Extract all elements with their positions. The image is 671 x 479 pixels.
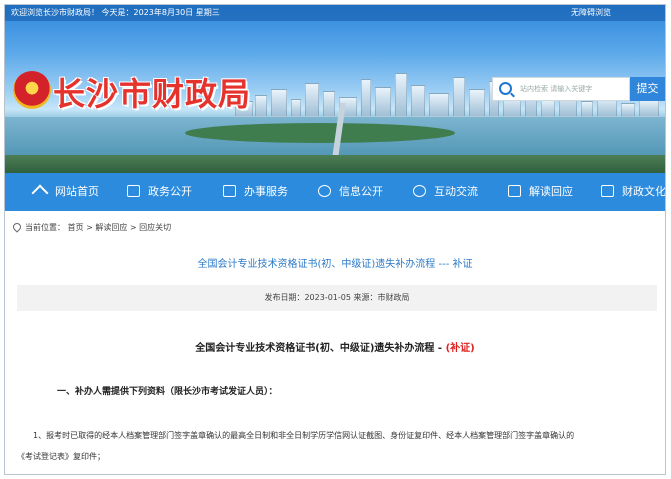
nav-item-label: 办事服务 — [244, 185, 288, 198]
barrier-free-link[interactable]: 无障碍浏览 — [571, 7, 611, 18]
nav-item-info-disclosure[interactable]: 信息公开 — [318, 173, 383, 211]
document-icon — [223, 185, 236, 197]
breadcrumb: 当前位置： 首页 > 解读回应 > 回应关切 — [11, 221, 171, 233]
nav-item-label: 互动交流 — [434, 185, 478, 198]
nav-item-interaction[interactable]: 互动交流 — [413, 173, 478, 211]
article-meta: 发布日期：2023-01-05 来源：市财政局 — [17, 285, 657, 311]
shore-illustration — [5, 155, 665, 173]
national-emblem-icon — [13, 71, 51, 109]
search-box[interactable]: 站内检索 请输入关键字 — [492, 77, 630, 101]
breadcrumb-separator: > — [86, 223, 93, 232]
nav-item-home[interactable]: 网站首页 — [33, 173, 99, 211]
nav-item-label: 政务公开 — [148, 185, 192, 198]
breadcrumb-level1-link[interactable]: 解读回应 — [95, 223, 127, 232]
book-icon — [508, 185, 521, 197]
breadcrumb-level2-link[interactable]: 回应关切 — [139, 223, 171, 232]
search-submit-button[interactable]: 提交 — [630, 77, 665, 101]
search-input[interactable]: 站内检索 请输入关键字 — [520, 84, 592, 94]
paragraph-line: 《考试登记表》复印件； — [17, 452, 105, 461]
article-heading-main: 全国会计专业技术资格证书(初、中级证)遗失补办流程 - — [195, 343, 446, 354]
nav-item-label: 解读回应 — [529, 185, 573, 198]
header-banner: 欢迎浏览长沙市财政局！ 今天是：2023年8月30日 星期三 无障碍浏览 长沙市… — [5, 5, 665, 173]
island-illustration — [185, 123, 455, 143]
article-heading-tag: (补证) — [445, 343, 475, 354]
section-heading: 一、补办人需提供下列资料（限长沙市考试发证人员）： — [57, 387, 278, 397]
main-nav: 网站首页 政务公开 办事服务 信息公开 互动交流 解读回应 财政文化 — [5, 173, 665, 211]
nav-item-label: 财政文化 — [622, 185, 666, 198]
nav-item-finance-culture[interactable]: 财政文化 — [601, 173, 666, 211]
file-icon — [601, 185, 614, 197]
nav-item-label: 网站首页 — [55, 185, 99, 198]
nav-item-label: 信息公开 — [339, 185, 383, 198]
nav-item-interpretation[interactable]: 解读回应 — [508, 173, 573, 211]
nav-item-services[interactable]: 办事服务 — [223, 173, 288, 211]
site-logo-text[interactable]: 长沙市财政局 — [53, 69, 251, 115]
search-icon — [499, 82, 512, 95]
browser-viewport: 欢迎浏览长沙市财政局！ 今天是：2023年8月30日 星期三 无障碍浏览 长沙市… — [4, 4, 666, 475]
welcome-date-text: 欢迎浏览长沙市财政局！ 今天是：2023年8月30日 星期三 — [11, 8, 220, 17]
article-title-link[interactable]: 全国会计专业技术资格证书(初、中级证)遗失补办流程 --- 补证 — [5, 255, 665, 270]
article-heading: 全国会计专业技术资格证书(初、中级证)遗失补办流程 - (补证) — [5, 339, 665, 354]
paragraph-line: 1、报考时已取得的经本人档案管理部门签字盖章确认的最高全日制和非全日制学历学信网… — [33, 431, 575, 440]
home-icon — [33, 185, 47, 197]
location-pin-icon — [11, 221, 23, 233]
breadcrumb-separator: > — [129, 223, 137, 232]
nav-item-government-affairs[interactable]: 政务公开 — [127, 173, 192, 211]
top-info-bar: 欢迎浏览长沙市财政局！ 今天是：2023年8月30日 星期三 无障碍浏览 — [5, 5, 665, 21]
monitor-icon — [127, 185, 140, 197]
info-icon — [318, 185, 331, 197]
chat-icon — [413, 185, 426, 197]
breadcrumb-home-link[interactable]: 首页 — [68, 223, 84, 232]
breadcrumb-prefix: 当前位置： — [25, 223, 65, 232]
